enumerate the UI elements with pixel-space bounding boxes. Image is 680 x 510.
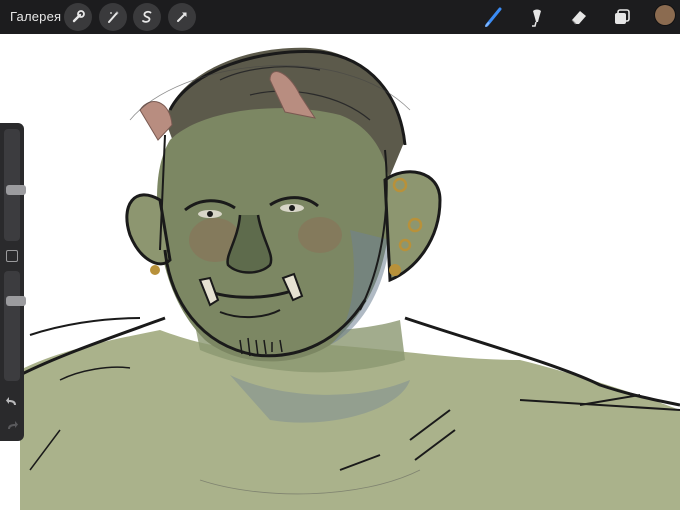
magic-wand-icon [108,11,119,23]
selection-icon [142,10,152,23]
brush-size-thumb[interactable] [6,185,26,195]
selection-button[interactable] [133,3,161,31]
brush-tool-button[interactable] [480,3,508,31]
eraser-tool-button[interactable] [565,3,593,31]
top-toolbar: Галерея [0,0,680,34]
undo-icon[interactable] [5,395,19,409]
color-swatch[interactable] [655,5,675,25]
brush-size-slider[interactable] [4,129,26,241]
adjustments-button[interactable] [99,3,127,31]
smudge-icon [532,9,541,27]
orc-portrait-artwork [19,47,680,510]
wrench-icon [72,10,85,23]
redo-icon[interactable] [5,419,19,433]
opacity-slider[interactable] [4,271,26,381]
transform-icon [177,12,187,22]
drawing-canvas[interactable] [0,34,680,510]
eraser-icon [571,11,586,25]
opacity-thumb[interactable] [6,296,26,306]
transform-button[interactable] [168,3,196,31]
layers-icon [615,9,630,24]
actions-button[interactable] [64,3,92,31]
smudge-tool-button[interactable] [522,3,550,31]
brush-icon [485,7,502,27]
gallery-button[interactable]: Галерея [10,9,61,24]
modify-button[interactable] [6,250,18,262]
left-sidebar [0,123,26,441]
layers-button[interactable] [608,3,636,31]
